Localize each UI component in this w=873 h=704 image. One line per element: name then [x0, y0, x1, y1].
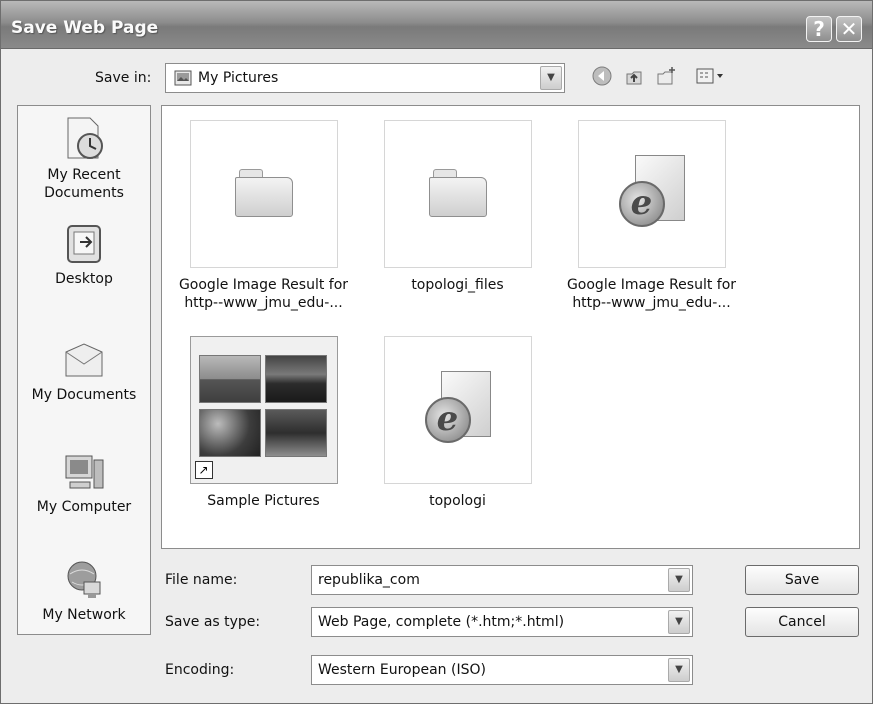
place-desktop[interactable]: Desktop	[18, 222, 150, 288]
file-item[interactable]: ↗ Sample Pictures	[166, 336, 361, 510]
my-network-icon	[62, 558, 106, 602]
chevron-down-icon[interactable]: ▼	[540, 66, 562, 90]
file-item[interactable]: e topologi	[360, 336, 555, 510]
file-name-line1: Google Image Result for	[566, 277, 737, 293]
place-my-network[interactable]: My Network	[18, 558, 150, 624]
file-thumbnail: e	[383, 336, 532, 484]
place-label: My Network	[42, 607, 126, 623]
file-name-line1: Sample Pictures	[207, 493, 320, 509]
save-button[interactable]: Save	[745, 565, 859, 595]
file-thumbnail: e	[577, 120, 726, 268]
encoding-dropdown[interactable]: Western European (ISO) ▼	[311, 655, 693, 685]
file-item[interactable]: topologi_files	[360, 120, 555, 294]
file-thumbnail	[383, 120, 532, 268]
title-bar[interactable]: Save Web Page ? ✕	[1, 1, 872, 49]
folder-icon	[234, 169, 293, 217]
up-folder-icon[interactable]	[621, 65, 647, 91]
chevron-down-icon[interactable]: ▼	[668, 568, 690, 592]
places-bar: My Recent Documents Desktop My Documents…	[17, 105, 151, 635]
save-as-type-value: Web Page, complete (*.htm;*.html)	[318, 614, 565, 630]
chevron-down-icon[interactable]: ▼	[668, 610, 690, 634]
file-thumbnail	[189, 120, 338, 268]
place-my-computer[interactable]: My Computer	[18, 450, 150, 516]
save-in-value: My Pictures	[198, 70, 279, 86]
place-label: My Computer	[36, 499, 132, 515]
place-my-recent-documents[interactable]: My Recent Documents	[18, 114, 150, 202]
file-name-label: File name:	[165, 572, 238, 588]
file-name-line1: Google Image Result for	[178, 277, 349, 293]
folder-icon	[428, 169, 487, 217]
chevron-down-icon[interactable]: ▼	[668, 658, 690, 682]
save-in-label: Save in:	[95, 70, 152, 86]
sample-pictures-icon	[198, 355, 329, 475]
help-button[interactable]: ?	[806, 16, 832, 42]
my-computer-icon	[62, 450, 106, 494]
file-item[interactable]: Google Image Result for http--www_jmu_ed…	[166, 120, 361, 312]
my-documents-icon	[62, 338, 106, 382]
save-as-type-dropdown[interactable]: Web Page, complete (*.htm;*.html) ▼	[311, 607, 693, 637]
file-name-value: republika_com	[318, 572, 420, 588]
file-name-line2: http--www_jmu_edu-...	[184, 295, 343, 311]
encoding-value: Western European (ISO)	[318, 662, 486, 678]
new-folder-icon[interactable]	[653, 65, 679, 91]
encoding-label: Encoding:	[165, 662, 235, 678]
cancel-button[interactable]: Cancel	[745, 607, 859, 637]
file-name-input[interactable]: republika_com ▼	[311, 565, 693, 595]
file-thumbnail: ↗	[189, 336, 338, 484]
desktop-icon	[62, 222, 106, 266]
save-web-page-dialog: Save Web Page ? ✕ Save in: My Pictures ▼	[0, 0, 873, 704]
place-my-documents[interactable]: My Documents	[18, 338, 150, 404]
shortcut-arrow-icon: ↗	[194, 461, 213, 479]
save-as-type-label: Save as type:	[165, 614, 261, 630]
file-name-line2: http--www_jmu_edu-...	[572, 295, 731, 311]
place-label: My Documents	[31, 387, 137, 403]
file-name-line1: topologi	[429, 493, 486, 509]
save-in-dropdown[interactable]: My Pictures ▼	[165, 63, 565, 93]
file-name-line1: topologi_files	[411, 277, 504, 293]
place-label: My Recent Documents	[44, 167, 124, 201]
my-pictures-icon	[174, 69, 192, 87]
recent-documents-icon	[62, 114, 106, 162]
file-item[interactable]: e Google Image Result for http--www_jmu_…	[554, 120, 749, 312]
back-icon[interactable]	[589, 65, 615, 91]
file-list[interactable]: Google Image Result for http--www_jmu_ed…	[161, 105, 860, 549]
html-document-icon: e	[421, 371, 497, 451]
close-button[interactable]: ✕	[836, 16, 862, 42]
html-document-icon: e	[615, 155, 691, 235]
views-menu-icon[interactable]	[693, 65, 729, 91]
place-label: Desktop	[55, 271, 113, 287]
dialog-title: Save Web Page	[11, 18, 159, 38]
